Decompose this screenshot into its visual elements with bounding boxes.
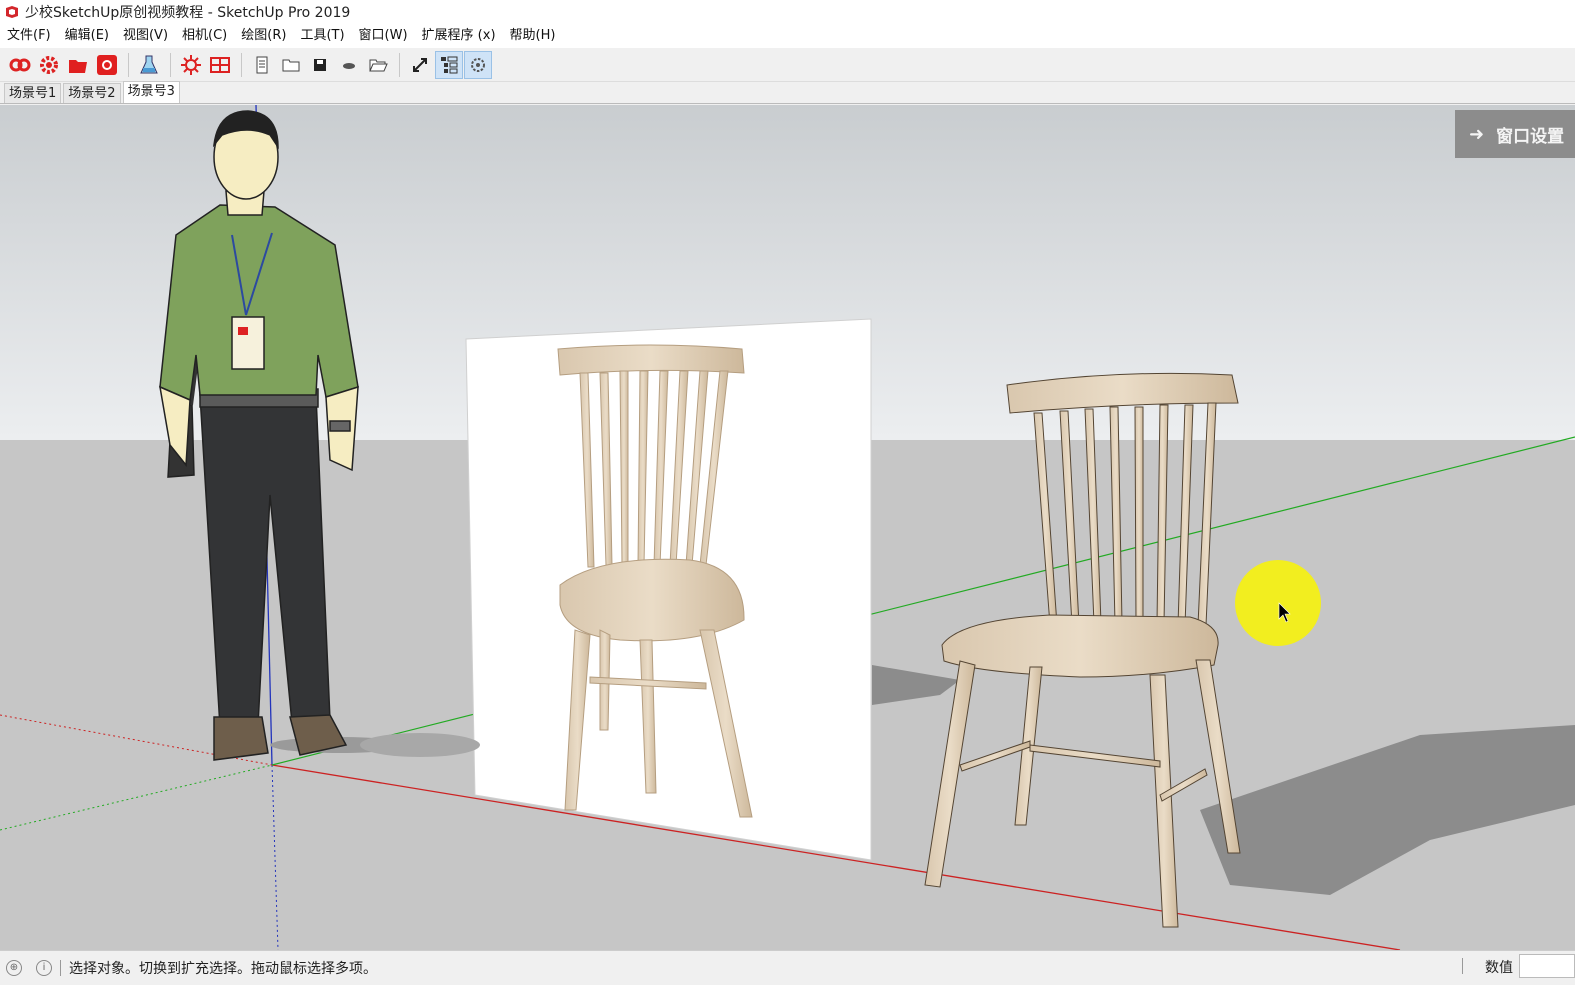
infinity-icon[interactable] <box>6 51 34 79</box>
menu-window[interactable]: 窗口(W) <box>352 24 415 48</box>
settings-icon[interactable] <box>464 50 492 79</box>
toolbar-separator <box>399 52 400 77</box>
status-bar: ⊕ i 选择对象。切换到扩充选择。拖动鼠标选择多项。 <box>0 950 1575 985</box>
status-separator <box>1462 958 1463 974</box>
expand-icon[interactable] <box>406 51 434 79</box>
toolbar-separator <box>170 52 171 77</box>
scene-tab-1[interactable]: 场景号1 <box>4 83 62 103</box>
measurements-label: 数值 <box>1485 960 1513 976</box>
menu-help[interactable]: 帮助(H) <box>503 24 563 48</box>
toolbar-separator <box>128 52 129 77</box>
status-message: 选择对象。切换到扩充选择。拖动鼠标选择多项。 <box>69 961 377 977</box>
menu-edit[interactable]: 编辑(E) <box>58 24 116 48</box>
window-settings-label: 窗口设置 <box>1496 126 1565 147</box>
sun-gear-icon[interactable] <box>177 51 205 79</box>
toolbar-separator <box>241 52 242 77</box>
page-icon[interactable] <box>248 51 276 79</box>
info-icon[interactable]: i <box>36 960 52 976</box>
menu-bar: 文件(F) 编辑(E) 视图(V) 相机(C) 绘图(R) 工具(T) 窗口(W… <box>0 24 1575 48</box>
menu-file[interactable]: 文件(F) <box>0 24 58 48</box>
title-bar: 少校SketchUp原创视频教程 - SketchUp Pro 2019 <box>0 0 1575 24</box>
menu-tools[interactable]: 工具(T) <box>293 24 351 48</box>
sketchup-logo-icon <box>6 6 18 18</box>
flask-icon[interactable] <box>135 51 163 79</box>
toolbar <box>0 48 1575 82</box>
camera-red-icon[interactable] <box>93 51 121 79</box>
status-separator <box>60 960 61 976</box>
model-viewport[interactable] <box>0 105 1575 950</box>
folder-red-icon[interactable] <box>64 51 92 79</box>
arrow-right-icon: ➜ <box>1469 123 1485 145</box>
cloud-icon[interactable] <box>335 51 363 79</box>
cursor-highlight <box>1235 560 1321 646</box>
folder-icon[interactable] <box>277 51 305 79</box>
menu-draw[interactable]: 绘图(R) <box>234 24 293 48</box>
geo-location-icon[interactable]: ⊕ <box>6 960 22 976</box>
menu-camera[interactable]: 相机(C) <box>175 24 234 48</box>
outliner-icon[interactable] <box>435 50 463 79</box>
scene-tab-3[interactable]: 场景号3 <box>122 81 180 103</box>
measurements-input[interactable] <box>1519 954 1575 978</box>
grid-red-icon[interactable] <box>206 51 234 79</box>
open-folder-icon[interactable] <box>364 51 392 79</box>
menu-view[interactable]: 视图(V) <box>116 24 175 48</box>
gear-red-icon[interactable] <box>35 51 63 79</box>
scene-tab-2[interactable]: 场景号2 <box>63 83 121 103</box>
scene-tabs: 场景号1 场景号2 场景号3 <box>0 81 1575 104</box>
window-title: 少校SketchUp原创视频教程 - SketchUp Pro 2019 <box>25 5 351 21</box>
window-settings-tray[interactable]: ➜ 窗口设置 <box>1455 110 1575 158</box>
save-icon[interactable] <box>306 51 334 79</box>
menu-extensions[interactable]: 扩展程序 (x) <box>415 24 503 48</box>
scene-drawing <box>0 105 1575 950</box>
